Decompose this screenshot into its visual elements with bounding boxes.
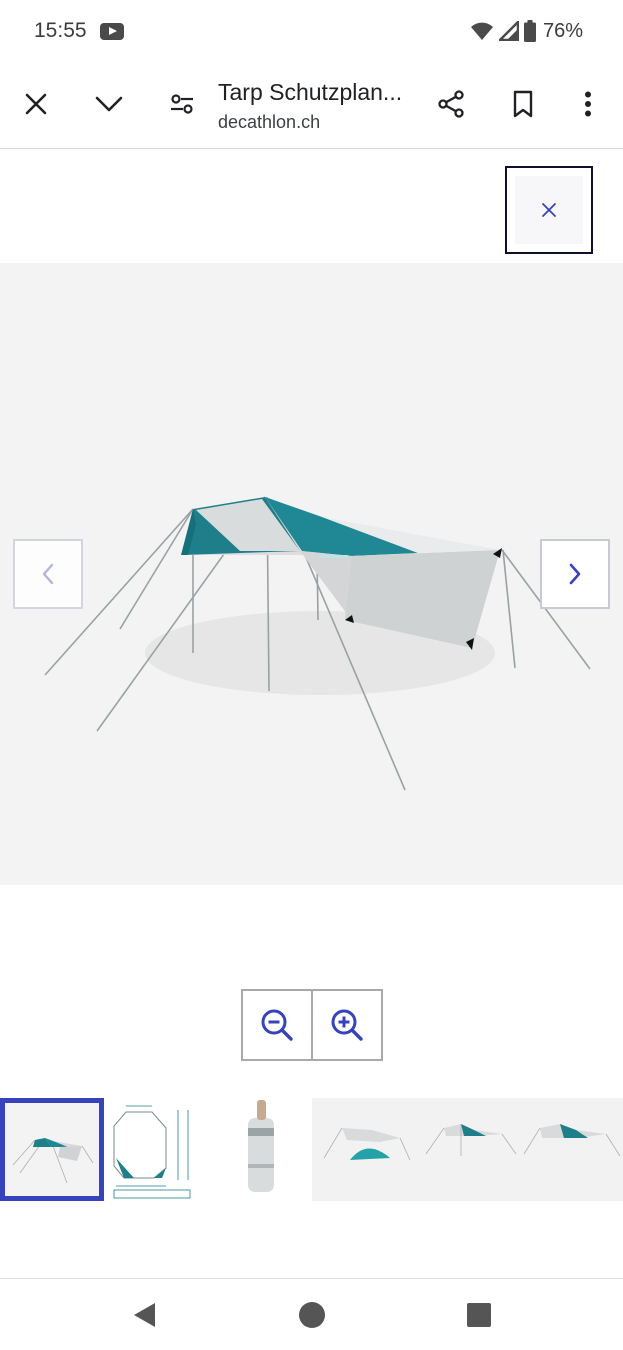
thumbnail-image <box>416 1098 520 1201</box>
close-icon <box>542 203 556 217</box>
zoom-controls <box>241 989 383 1061</box>
page-title: Tarp Schutzplan... <box>218 79 403 105</box>
system-navigation-bar <box>0 1280 623 1350</box>
more-vert-icon <box>585 91 591 117</box>
thumbnail-tarp-pitched-alt[interactable] <box>520 1098 623 1201</box>
next-image-button[interactable] <box>540 539 610 609</box>
thumbnail-strip <box>0 1098 623 1201</box>
zoom-in-icon <box>331 1009 363 1041</box>
cell-signal-icon <box>498 21 519 41</box>
bookmark-button[interactable] <box>503 84 543 124</box>
bookmark-icon <box>513 90 533 118</box>
status-bar: 15:55 76% <box>0 0 623 64</box>
custom-tab-toolbar: Tarp Schutzplan... decathlon.ch <box>0 64 623 149</box>
back-icon[interactable] <box>130 1300 160 1330</box>
page-domain: decathlon.ch <box>218 112 321 132</box>
thumbnail-packed-bag[interactable] <box>208 1098 312 1201</box>
thumbnail-tarp-product[interactable] <box>0 1098 104 1201</box>
wifi-icon <box>470 22 493 40</box>
youtube-icon <box>100 23 124 40</box>
product-image-viewer <box>0 263 623 885</box>
previous-image-button[interactable] <box>13 539 83 609</box>
battery-icon <box>523 20 536 42</box>
status-icons: 76% <box>470 18 583 44</box>
thumbnail-image <box>5 1103 99 1196</box>
status-time: 15:55 <box>34 19 87 42</box>
close-icon <box>25 93 47 115</box>
thumbnail-tarp-pitched[interactable] <box>416 1098 520 1201</box>
share-button[interactable] <box>431 84 471 124</box>
chevron-right-icon <box>569 563 581 585</box>
thumbnail-image <box>208 1098 312 1201</box>
gallery-close-button[interactable] <box>505 166 593 254</box>
page-settings-icon <box>171 94 193 114</box>
minimize-button[interactable] <box>89 84 129 124</box>
thumbnail-image <box>312 1098 416 1201</box>
chevron-left-icon <box>42 563 54 585</box>
battery-percent: 76% <box>542 19 583 42</box>
zoom-out-button[interactable] <box>243 991 311 1059</box>
bottom-divider <box>0 1278 623 1279</box>
recents-icon[interactable] <box>464 1300 494 1330</box>
product-image[interactable] <box>0 263 623 885</box>
zoom-out-icon <box>261 1009 293 1041</box>
thumbnail-image <box>104 1098 208 1201</box>
thumbnail-image <box>520 1098 623 1201</box>
thumbnail-tarp-dimensions[interactable] <box>104 1098 208 1201</box>
zoom-in-button[interactable] <box>311 991 381 1059</box>
home-icon[interactable] <box>297 1300 327 1330</box>
close-tab-button[interactable] <box>16 84 56 124</box>
chevron-down-icon <box>95 96 123 112</box>
page-settings-button[interactable] <box>162 84 202 124</box>
share-icon <box>438 90 464 118</box>
thumbnail-tarp-with-tent[interactable] <box>312 1098 416 1201</box>
more-options-button[interactable] <box>568 84 608 124</box>
